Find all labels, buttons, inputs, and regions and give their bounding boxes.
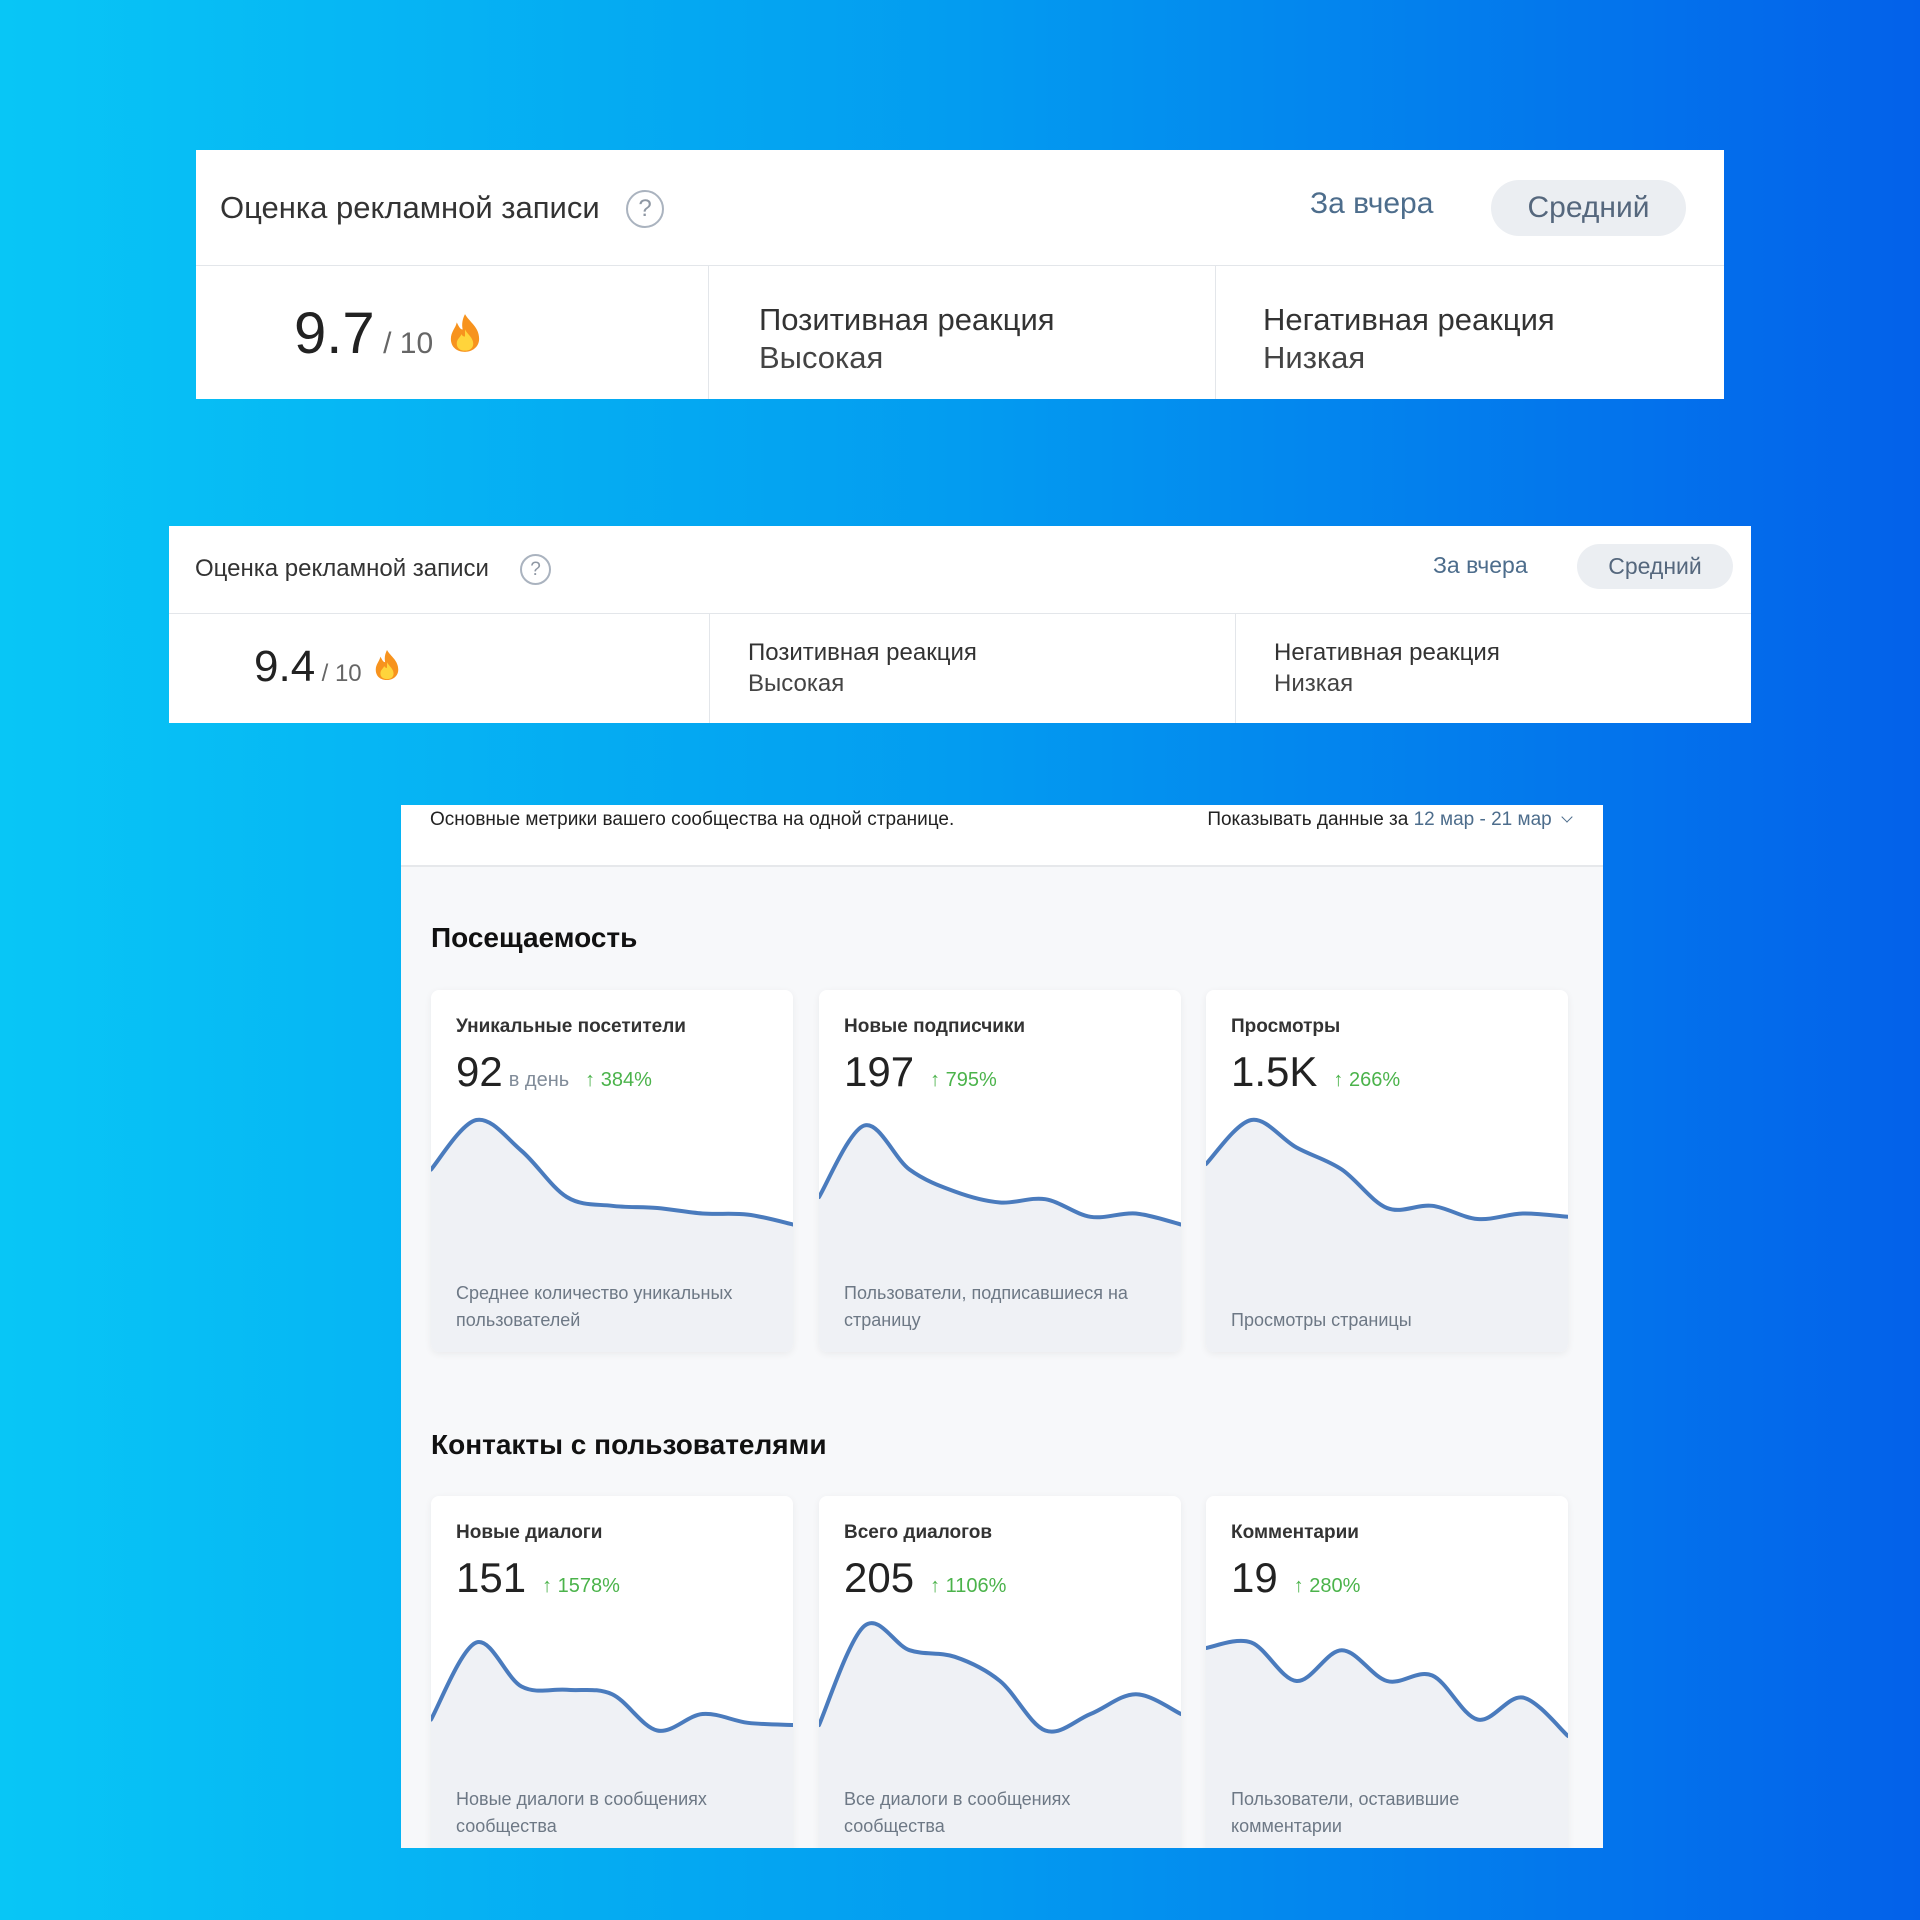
card-delta: ↑ 266% [1333,1069,1400,1091]
ad-score-panel-small: Оценка рекламной записи ? За вчера Средн… [169,526,1751,723]
panel-body: 9.4 / 10 Позитивная реакция Высокая Нега… [169,614,1751,723]
metric-card-unique-visitors[interactable]: Уникальные посетители 92 в день ↑ 384% Сре… [431,990,793,1352]
card-delta-value: 1578% [557,1575,620,1597]
period-value: 12 мар - 21 мар [1413,809,1552,830]
card-title: Просмотры [1231,1016,1341,1037]
card-delta-value: 384% [600,1069,652,1091]
positive-reaction-cell: Позитивная реакция Высокая [708,266,1215,399]
card-description: Все диалоги в сообщениях сообщества [844,1789,1071,1836]
card-description: Пользователи, оставившие комментарии [1231,1789,1460,1836]
question-circle-icon[interactable]: ? [520,554,551,585]
card-value-row: 92 в день ↑ 384% [456,1048,652,1096]
negative-reaction-cell: Негативная реакция Низкая [1215,266,1724,399]
community-dashboard: Основные метрики вашего сообщества на од… [401,805,1603,1848]
panel-body: 9.7 / 10 Позитивная реакция Высокая Нега… [196,266,1724,399]
negative-reaction-value: Низкая [1263,340,1366,375]
card-value-row: 197 ↑ 795% [844,1048,997,1096]
card-value-row: 205 ↑ 1106% [844,1554,1006,1602]
card-title: Всего диалогов [844,1522,993,1543]
arrow-up-icon: ↑ [1333,1069,1344,1091]
card-value: 197 [844,1048,915,1095]
question-circle-icon[interactable]: ? [626,190,664,228]
period-prefix: Показывать данные за [1207,809,1409,830]
panel-title: Оценка рекламной записи [220,190,600,225]
card-value: 205 [844,1554,915,1601]
metric-card-new-dialogs[interactable]: Новые диалоги 151 ↑ 1578% Новые диалоги в… [431,1496,793,1848]
dashboard-header: Основные метрики вашего сообщества на од… [401,805,1603,867]
fire-icon [450,314,479,352]
card-value-row: 19 ↑ 280% [1231,1554,1360,1602]
chevron-down-icon [1561,811,1573,823]
negative-reaction-label: Негативная реакция [1274,639,1500,666]
score-cell: 9.4 / 10 [169,614,709,723]
panel-title: Оценка рекламной записи [195,555,489,582]
score-max: / 10 [321,660,362,687]
card-value: 151 [456,1554,527,1601]
card-description: Пользователи, подписавшиеся на страницу [844,1283,1128,1330]
card-value: 19 [1231,1554,1278,1601]
metric-card-new-subscribers[interactable]: Новые подписчики 197 ↑ 795% Пользователи,… [819,990,1181,1352]
card-description: Новые диалоги в сообщениях сообщества [456,1789,707,1836]
arrow-up-icon: ↑ [930,1069,941,1091]
card-value: 92 [456,1048,503,1095]
positive-reaction-label: Позитивная реакция [759,302,1055,337]
card-unit: в день [508,1069,570,1091]
card-delta: ↑ 280% [1294,1575,1361,1597]
card-title: Уникальные посетители [456,1016,686,1037]
metric-card-total-dialogs[interactable]: Всего диалогов 205 ↑ 1106% Все диалоги в … [819,1496,1181,1848]
card-value-row: 1.5K ↑ 266% [1231,1048,1400,1096]
card-value: 1.5K [1231,1048,1318,1095]
level-button[interactable]: Средний [1577,544,1733,589]
card-delta: ↑ 795% [930,1069,997,1091]
score-value: 9.4 [254,642,316,691]
negative-reaction-value: Низкая [1274,670,1354,697]
score-cell: 9.7 / 10 [196,266,708,399]
arrow-up-icon: ↑ [1293,1575,1304,1597]
card-title: Новые диалоги [456,1522,603,1543]
negative-reaction-label: Негативная реакция [1263,302,1555,337]
section-title-attendance: Посещаемость [431,922,638,953]
card-delta: ↑ 384% [585,1069,652,1091]
card-delta: ↑ 1578% [542,1575,620,1597]
card-value-row: 151 ↑ 1578% [456,1554,620,1602]
positive-reaction-cell: Позитивная реакция Высокая [709,614,1235,723]
card-delta-value: 280% [1309,1575,1361,1597]
section-title-contacts: Контакты с пользователями [431,1429,827,1460]
negative-reaction-cell: Негативная реакция Низкая [1235,614,1751,723]
score-max: / 10 [383,327,434,360]
fire-icon [375,650,399,680]
card-delta-value: 795% [945,1069,997,1091]
period-selector[interactable]: Показывать данные за 12 мар - 21 мар [1207,809,1573,831]
card-title: Новые подписчики [844,1016,1026,1037]
ad-score-panel-large: Оценка рекламной записи ? За вчера Средн… [196,150,1724,399]
level-button[interactable]: Средний [1491,180,1686,236]
card-delta: ↑ 1106% [930,1575,1006,1597]
card-description: Просмотры страницы [1231,1310,1412,1330]
panel-header: Оценка рекламной записи ? За вчера Средн… [196,150,1724,266]
panel-header: Оценка рекламной записи ? За вчера Средн… [169,526,1751,614]
positive-reaction-label: Позитивная реакция [748,639,977,666]
card-description: Среднее количество уникальных пользовате… [456,1283,733,1330]
card-title: Комментарии [1231,1522,1359,1543]
period-link[interactable]: За вчера [1433,552,1528,579]
score-value: 9.7 [294,301,375,366]
positive-reaction-value: Высокая [759,340,884,375]
arrow-up-icon: ↑ [930,1575,941,1597]
card-delta-value: 266% [1348,1069,1401,1091]
arrow-up-icon: ↑ [542,1575,553,1597]
period-link[interactable]: За вчера [1310,187,1433,221]
dashboard-subtitle: Основные метрики вашего сообщества на од… [430,809,955,830]
card-delta-value: 1106% [945,1575,1007,1597]
metric-card-page-views[interactable]: Просмотры 1.5K ↑ 266% Просмотры страницы [1206,990,1568,1352]
positive-reaction-value: Высокая [748,670,845,697]
metric-card-comments[interactable]: Комментарии 19 ↑ 280% Пользователи, остав… [1206,1496,1568,1848]
arrow-up-icon: ↑ [585,1069,596,1091]
